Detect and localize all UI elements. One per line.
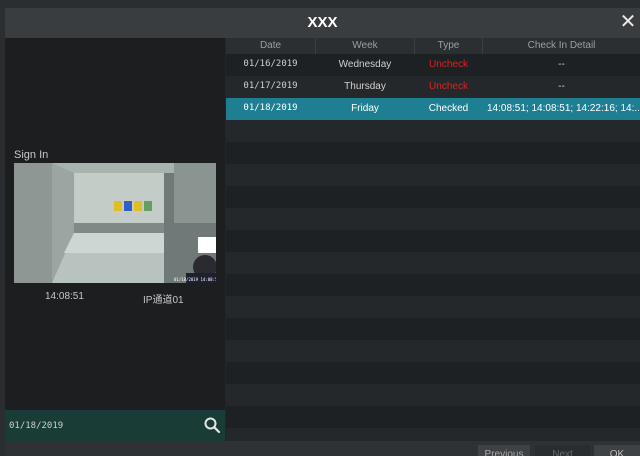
next-button[interactable]: Next bbox=[535, 445, 590, 456]
date-field[interactable] bbox=[5, 410, 195, 441]
empty-row bbox=[226, 318, 640, 340]
ok-button[interactable]: OK bbox=[594, 445, 640, 456]
col-header-date[interactable]: Date bbox=[226, 40, 315, 51]
dialog-title: XXX bbox=[307, 14, 338, 31]
sign-in-label: Sign In bbox=[14, 149, 49, 161]
bottom-bar: Previous Next OK bbox=[5, 441, 640, 456]
row-type: Checked bbox=[428, 103, 469, 114]
empty-row bbox=[226, 208, 640, 230]
snapshot-scene: 01/18/2019 14:08:51 bbox=[14, 163, 216, 283]
empty-row bbox=[226, 142, 640, 164]
row-type: Uncheck bbox=[429, 59, 468, 70]
table-header: Date Week Type Check In Detail bbox=[226, 38, 640, 54]
left-panel: Sign In 01/18/2019 14:08:51 14:08:51 IP通… bbox=[5, 38, 225, 441]
row-type: Uncheck bbox=[429, 81, 468, 92]
previous-button[interactable]: Previous bbox=[478, 445, 530, 456]
empty-row bbox=[226, 362, 640, 384]
empty-row bbox=[226, 428, 640, 441]
table-row[interactable]: 01/17/2019 Thursday Uncheck -- bbox=[226, 76, 640, 98]
snapshot-image[interactable]: 01/18/2019 14:08:51 bbox=[14, 163, 216, 283]
col-header-detail[interactable]: Check In Detail bbox=[483, 40, 640, 51]
col-header-type[interactable]: Type bbox=[415, 40, 482, 51]
snapshot-time: 14:08:51 bbox=[45, 291, 84, 302]
close-icon[interactable]: ✕ bbox=[618, 11, 638, 33]
row-date: 01/16/2019 bbox=[243, 59, 298, 69]
table-row[interactable]: 01/16/2019 Wednesday Uncheck -- bbox=[226, 54, 640, 76]
row-week: Thursday bbox=[344, 81, 386, 92]
empty-row bbox=[226, 274, 640, 296]
empty-row bbox=[226, 340, 640, 362]
title-bar: XXX ✕ bbox=[5, 8, 640, 38]
empty-row bbox=[226, 186, 640, 208]
row-week: Wednesday bbox=[338, 59, 392, 70]
row-date: 01/18/2019 bbox=[243, 103, 298, 113]
row-detail: -- bbox=[558, 81, 565, 92]
row-date: 01/17/2019 bbox=[243, 81, 298, 91]
empty-row bbox=[226, 296, 640, 318]
empty-row bbox=[226, 384, 640, 406]
row-detail: -- bbox=[558, 59, 565, 70]
empty-row bbox=[226, 164, 640, 186]
col-header-week[interactable]: Week bbox=[316, 40, 414, 51]
snapshot-camera: IP通道01 bbox=[143, 295, 184, 306]
search-icon[interactable] bbox=[203, 416, 221, 434]
empty-row bbox=[226, 120, 640, 142]
svg-text:01/18/2019 14:08:51: 01/18/2019 14:08:51 bbox=[174, 277, 216, 282]
empty-row bbox=[226, 406, 640, 428]
table-row[interactable]: 01/18/2019 Friday Checked 14:08:51; 14:0… bbox=[226, 98, 640, 120]
empty-row bbox=[226, 230, 640, 252]
search-bar bbox=[5, 410, 225, 441]
row-week: Friday bbox=[351, 103, 379, 114]
row-detail: 14:08:51; 14:08:51; 14:22:16; 14:... bbox=[487, 103, 640, 114]
empty-row bbox=[226, 252, 640, 274]
check-in-dialog: XXX ✕ Sign In 01/18/2019 14:08:51 14:08:… bbox=[5, 8, 640, 456]
check-in-table: Date Week Type Check In Detail 01/16/201… bbox=[226, 38, 640, 441]
